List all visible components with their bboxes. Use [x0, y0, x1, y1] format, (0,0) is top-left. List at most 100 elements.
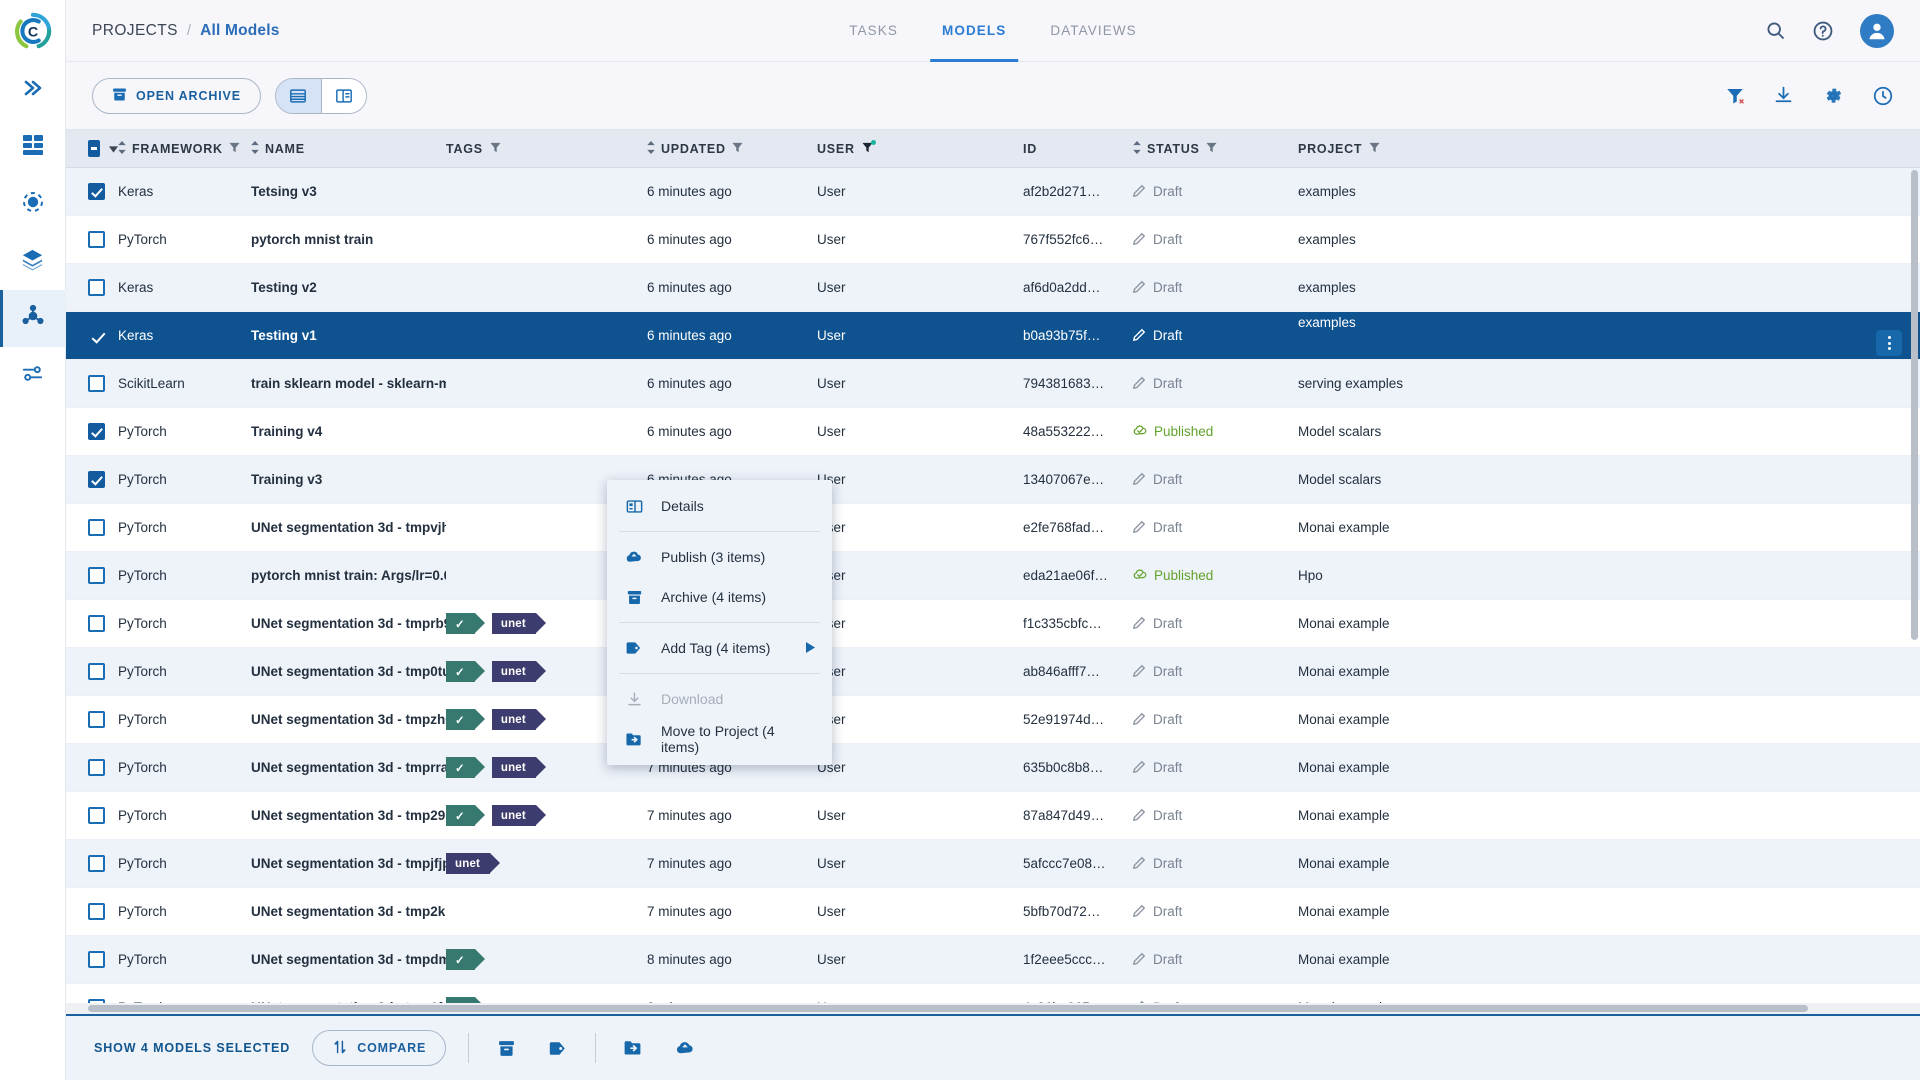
- context-menu-item-publish[interactable]: Publish (3 items): [607, 537, 832, 577]
- user-avatar[interactable]: [1860, 13, 1894, 48]
- tag-unet[interactable]: unet: [491, 709, 547, 730]
- sidebar-item-dashboard[interactable]: [0, 119, 66, 176]
- download-icon[interactable]: [1773, 85, 1794, 106]
- column-header-name[interactable]: NAME: [251, 140, 446, 157]
- table-row[interactable]: PyTorch UNet segmentation 3d - tmprb9d… ✓ u…: [66, 600, 1920, 648]
- table-row[interactable]: PyTorch UNet segmentation 3d - tmp0tu… ✓ un…: [66, 648, 1920, 696]
- sidebar-item-workers[interactable]: [0, 347, 66, 404]
- tag-check[interactable]: ✓: [446, 661, 485, 682]
- row-overflow-menu-button[interactable]: [1876, 330, 1902, 356]
- footer-publish-icon[interactable]: [670, 1038, 700, 1058]
- context-menu-item-archive[interactable]: Archive (4 items): [607, 577, 832, 617]
- filter-icon-user-active[interactable]: [862, 139, 876, 156]
- filter-icon-updated[interactable]: [732, 142, 743, 156]
- app-logo[interactable]: C: [0, 0, 66, 62]
- table-row[interactable]: ScikitLearn train sklearn model - sklearn…: [66, 360, 1920, 408]
- row-checkbox[interactable]: [88, 183, 105, 200]
- table-row[interactable]: PyTorchUNet segmentation 3d - tmpvjhyl…6…: [66, 504, 1920, 552]
- column-header-tags[interactable]: TAGS: [446, 142, 647, 156]
- row-checkbox[interactable]: [88, 663, 105, 680]
- row-checkbox[interactable]: [88, 615, 105, 632]
- horizontal-scrollbar[interactable]: [66, 1003, 1920, 1014]
- context-menu-item-add-tag[interactable]: Add Tag (4 items): [607, 628, 832, 668]
- table-row[interactable]: PyTorch Training v4 6 minutes ago User 48a55…: [66, 408, 1920, 456]
- sidebar-item-models[interactable]: [0, 290, 66, 347]
- tab-models[interactable]: MODELS: [920, 0, 1028, 62]
- tag-unet[interactable]: unet: [491, 613, 547, 634]
- sort-icon[interactable]: [1133, 140, 1141, 157]
- table-row[interactable]: PyTorchTraining v36 minutes agoUser13407…: [66, 456, 1920, 504]
- table-row[interactable]: Keras Testing v1 6 minutes ago User b0a93b75…: [66, 312, 1920, 360]
- table-row[interactable]: PyTorch pytorch mnist train: Args/lr=0.01…: [66, 552, 1920, 600]
- row-checkbox[interactable]: [88, 423, 105, 440]
- footer-archive-icon[interactable]: [491, 1039, 521, 1058]
- clear-filters-icon[interactable]: [1725, 86, 1745, 106]
- row-checkbox[interactable]: [88, 855, 105, 872]
- footer-move-project-icon[interactable]: [618, 1039, 648, 1057]
- sort-icon[interactable]: [251, 140, 259, 157]
- column-header-framework[interactable]: FRAMEWORK: [118, 140, 251, 157]
- sort-icon[interactable]: [118, 140, 126, 157]
- open-archive-button[interactable]: OPEN ARCHIVE: [92, 77, 261, 114]
- row-checkbox[interactable]: [88, 279, 105, 296]
- filter-icon-framework[interactable]: [229, 142, 240, 156]
- table-row[interactable]: PyTorch UNet segmentation 3d - tmp29rf… ✓ u…: [66, 792, 1920, 840]
- sort-icon[interactable]: [647, 140, 655, 157]
- tab-tasks[interactable]: TASKS: [827, 0, 920, 62]
- row-checkbox[interactable]: [88, 471, 105, 488]
- tag-check[interactable]: ✓: [446, 805, 485, 826]
- table-row[interactable]: PyTorch UNet segmentation 3d - tmp2kr0… 7 …: [66, 888, 1920, 936]
- row-checkbox[interactable]: [88, 519, 105, 536]
- row-checkbox[interactable]: [88, 231, 105, 248]
- column-header-project[interactable]: PROJECT: [1298, 142, 1920, 156]
- row-checkbox[interactable]: [88, 759, 105, 776]
- row-checkbox[interactable]: [88, 903, 105, 920]
- row-checkbox[interactable]: [88, 951, 105, 968]
- sidebar-item-pipelines[interactable]: [0, 176, 66, 233]
- search-icon[interactable]: [1765, 20, 1786, 41]
- row-checkbox[interactable]: [88, 567, 105, 584]
- context-menu-item-details[interactable]: Details: [607, 486, 832, 526]
- filter-icon-tags[interactable]: [490, 142, 501, 156]
- tag-check[interactable]: ✓: [446, 757, 485, 778]
- help-icon[interactable]: [1812, 20, 1834, 42]
- tag-check[interactable]: ✓: [446, 709, 485, 730]
- column-header-updated[interactable]: UPDATED: [647, 140, 817, 157]
- table-row[interactable]: PyTorch UNet segmentation 3d - tmprrae… ✓ u…: [66, 744, 1920, 792]
- compare-button[interactable]: COMPARE: [312, 1030, 447, 1066]
- row-checkbox[interactable]: [88, 327, 105, 344]
- filter-icon-project[interactable]: [1369, 142, 1380, 156]
- column-header-id[interactable]: ID: [1023, 142, 1133, 156]
- filter-icon-status[interactable]: [1206, 142, 1217, 156]
- table-row[interactable]: PyTorch UNet segmentation 3d - tmpjfjpv… u…: [66, 840, 1920, 888]
- sidebar-item-expand[interactable]: [0, 62, 66, 119]
- table-view-icon[interactable]: [275, 78, 321, 113]
- breadcrumb-projects[interactable]: PROJECTS: [92, 22, 178, 40]
- table-row[interactable]: PyTorch pytorch mnist train 6 minutes ago U…: [66, 216, 1920, 264]
- tag-check[interactable]: ✓: [446, 613, 485, 634]
- selection-count-label[interactable]: SHOW 4 MODELS SELECTED: [94, 1041, 290, 1055]
- tag-unet[interactable]: unet: [491, 757, 547, 778]
- table-row[interactable]: Keras Testing v2 6 minutes ago User af6d0a2d…: [66, 264, 1920, 312]
- column-header-status[interactable]: STATUS: [1133, 140, 1298, 157]
- row-checkbox[interactable]: [88, 711, 105, 728]
- tab-dataviews[interactable]: DATAVIEWS: [1028, 0, 1158, 62]
- table-row[interactable]: PyTorch UNet segmentation 3d - tmpdm4… ✓ 8 …: [66, 936, 1920, 984]
- row-checkbox[interactable]: [88, 807, 105, 824]
- tag-unet[interactable]: unet: [491, 805, 547, 826]
- tag-unet[interactable]: unet: [491, 661, 547, 682]
- settings-gear-icon[interactable]: [1822, 85, 1844, 107]
- table-row[interactable]: Keras Tetsing v3 6 minutes ago User af2b2d27…: [66, 168, 1920, 216]
- refresh-icon[interactable]: [1872, 85, 1894, 107]
- breadcrumb-all-models[interactable]: All Models: [200, 22, 280, 40]
- select-all-dropdown-icon[interactable]: [109, 142, 118, 156]
- footer-tag-icon[interactable]: [543, 1040, 573, 1057]
- split-view-icon[interactable]: [320, 78, 366, 113]
- vertical-scrollbar-thumb[interactable]: [1911, 170, 1918, 640]
- tag-unet[interactable]: unet: [446, 853, 501, 874]
- tag-check[interactable]: ✓: [446, 949, 485, 970]
- select-all-checkbox[interactable]: [88, 140, 100, 157]
- sidebar-item-datasets[interactable]: [0, 233, 66, 290]
- row-checkbox[interactable]: [88, 375, 105, 392]
- horizontal-scrollbar-thumb[interactable]: [88, 1005, 1808, 1012]
